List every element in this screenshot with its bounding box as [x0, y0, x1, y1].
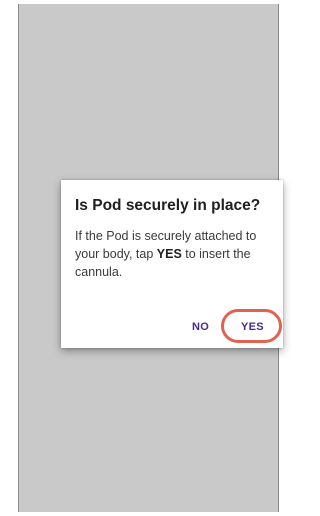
- yes-button[interactable]: YES: [241, 321, 264, 333]
- confirm-pod-dialog: Is Pod securely in place? If the Pod is …: [61, 180, 283, 348]
- dialog-message-emphasis: YES: [156, 247, 182, 261]
- no-button[interactable]: NO: [192, 321, 209, 333]
- dialog-message: If the Pod is securely attached to your …: [75, 227, 271, 281]
- dialog-title: Is Pod securely in place?: [75, 197, 261, 214]
